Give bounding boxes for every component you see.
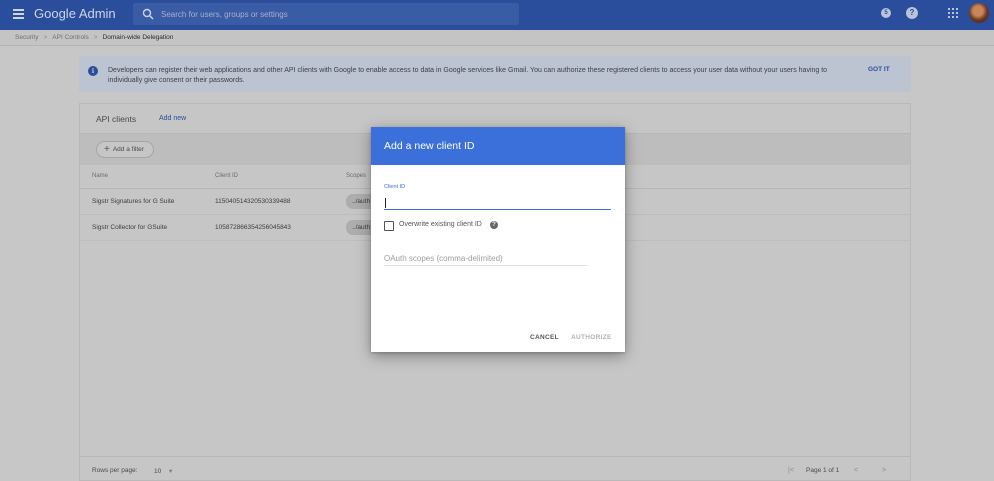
next-page-icon[interactable]: > — [882, 467, 886, 474]
overwrite-checkbox[interactable] — [384, 221, 394, 231]
rows-per-page-label: Rows per page: — [92, 467, 138, 474]
column-header-scopes[interactable]: Scopes — [346, 173, 366, 179]
help-icon[interactable]: ? — [490, 221, 498, 229]
help-icon[interactable]: ? — [906, 7, 918, 19]
breadcrumb-current: Domain-wide Delegation — [102, 34, 174, 41]
chevron-down-icon: ▾ — [169, 468, 173, 475]
add-filter-button[interactable]: + Add a filter — [96, 141, 154, 158]
banner-text: Developers can register their web applic… — [108, 67, 828, 84]
page-info: Page 1 of 1 — [806, 467, 840, 474]
add-filter-label: Add a filter — [112, 146, 144, 153]
client-id-input[interactable] — [384, 195, 611, 210]
breadcrumb-security[interactable]: Security — [15, 34, 38, 41]
client-id-label: Client ID — [384, 184, 406, 190]
cancel-button[interactable]: CANCEL — [530, 334, 559, 341]
previous-page-icon[interactable]: < — [854, 467, 858, 474]
column-header-name[interactable]: Name — [92, 173, 108, 179]
search-input[interactable] — [161, 7, 511, 21]
breadcrumb-bar: Security > API Controls > Domain-wide Delega… — [0, 30, 994, 46]
dialog-header: Add a new client ID — [371, 127, 625, 165]
client-id: 115040514320530339488 — [215, 198, 291, 205]
info-icon: i — [88, 66, 98, 76]
add-new-link[interactable]: Add new — [159, 115, 186, 122]
apps-grid-icon[interactable] — [948, 8, 958, 18]
divider — [80, 456, 910, 457]
dialog-title: Add a new client ID — [384, 140, 475, 152]
breadcrumb-separator: > — [93, 34, 98, 41]
got-it-button[interactable]: GOT IT — [868, 66, 890, 73]
column-header-client-id[interactable]: Client ID — [215, 173, 238, 179]
info-banner: i Developers can register their web appl… — [79, 56, 911, 92]
notifications-icon[interactable]: 5 — [881, 8, 891, 18]
add-client-dialog: Add a new client ID Client ID Overwrite … — [371, 127, 625, 352]
card-title: API clients — [96, 114, 137, 124]
breadcrumb: Security > API Controls > Domain-wide Delega… — [15, 34, 173, 41]
brand-logo[interactable]: Google Admin — [34, 6, 116, 21]
authorize-button[interactable]: AUTHORIZE — [571, 334, 612, 341]
client-name: Sigstr Signatures for G Suite — [92, 198, 175, 205]
first-page-icon[interactable]: |< — [788, 467, 794, 474]
avatar[interactable] — [969, 3, 989, 23]
search-box[interactable] — [133, 3, 519, 25]
plus-icon: + — [104, 144, 110, 155]
top-app-bar: Google Admin 5 ? — [0, 0, 994, 30]
oauth-scopes-input[interactable] — [384, 252, 587, 266]
text-cursor — [385, 198, 386, 208]
search-icon[interactable] — [142, 8, 154, 20]
client-id: 105872866354256045843 — [215, 224, 291, 231]
breadcrumb-api-controls[interactable]: API Controls — [52, 34, 89, 41]
rows-per-page-value: 10 — [154, 468, 162, 475]
menu-icon[interactable] — [13, 9, 24, 19]
overwrite-label[interactable]: Overwrite existing client ID — [399, 221, 482, 228]
client-name: Sigstr Collector for GSuite — [92, 224, 168, 231]
breadcrumb-separator: > — [43, 34, 48, 41]
rows-per-page-select[interactable]: 10 ▾ — [154, 467, 172, 475]
